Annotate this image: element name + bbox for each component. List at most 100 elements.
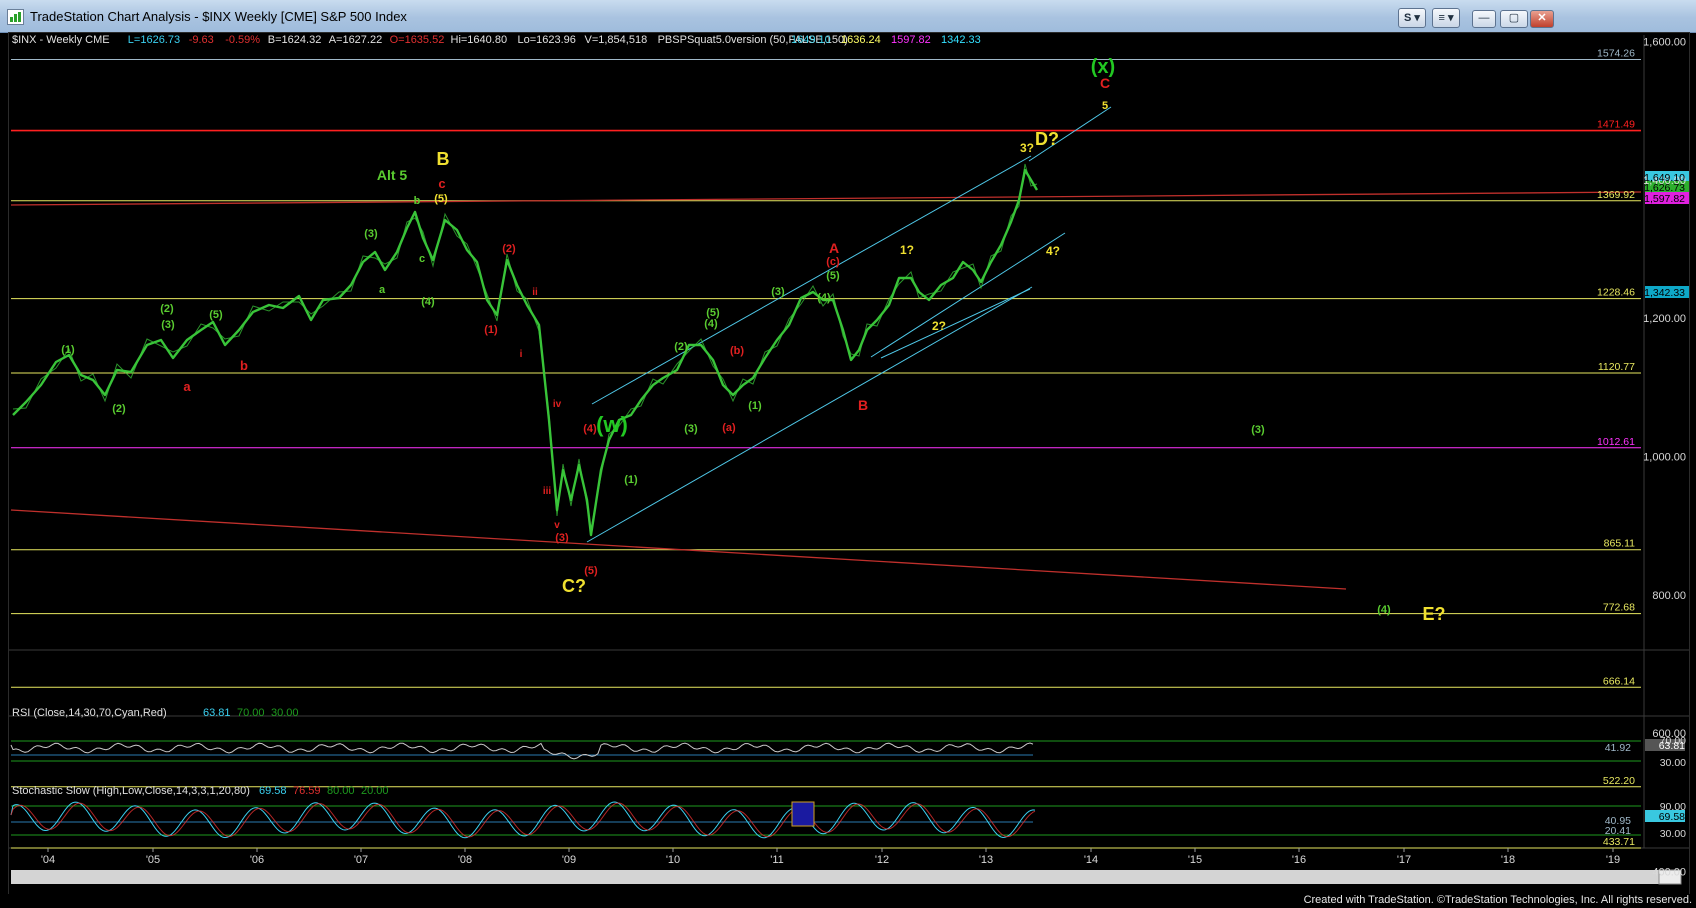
price-marker-label: 1,342.33: [1644, 287, 1685, 299]
rsi-title: RSI (Close,14,30,70,Cyan,Red): [12, 707, 167, 719]
wave-label: E?: [1422, 604, 1445, 624]
level-label: 1471.49: [1597, 119, 1635, 131]
wave-label: C?: [562, 576, 586, 596]
level-label: 772.68: [1603, 602, 1635, 614]
level-label: 666.14: [1603, 675, 1635, 687]
footer-bar: Created with TradeStation. ©TradeStation…: [0, 894, 1696, 908]
level-label: 865.11: [1604, 538, 1635, 550]
wave-label: (2): [502, 243, 516, 255]
price-axis-tick: 400.00: [1652, 866, 1686, 878]
price-axis-tick: 800.00: [1652, 590, 1686, 602]
time-axis-tick: '12: [875, 854, 889, 866]
wave-label: (5): [209, 309, 223, 321]
wave-label: A: [829, 240, 839, 256]
time-axis-tick: '13: [979, 854, 993, 866]
wave-label: a: [379, 284, 386, 296]
wave-label: 4?: [1046, 244, 1060, 258]
wave-label: (5): [584, 565, 598, 577]
stoch-annotation-box: [791, 801, 815, 827]
symbol-link-button[interactable]: S ▾: [1398, 8, 1426, 28]
maximize-icon: ▢: [1508, 12, 1520, 24]
wave-label: (5): [826, 270, 840, 282]
wave-label: 3?: [1020, 141, 1034, 155]
stoch-value: 20.00: [361, 785, 389, 797]
study-value: 1636.24: [841, 34, 881, 46]
wave-label: 5: [1102, 100, 1108, 112]
rsi-value: 30.00: [271, 707, 299, 719]
stoch-value: 69.58: [259, 785, 287, 797]
stoch-value: 80.00: [327, 785, 355, 797]
time-axis-tick: '11: [770, 854, 784, 866]
quote-header-field: V=1,854,518: [585, 34, 648, 46]
wave-label: B: [437, 149, 450, 169]
stoch-title: Stochastic Slow (High,Low,Close,14,3,3,1…: [12, 785, 250, 797]
time-axis-tick: '10: [666, 854, 680, 866]
wave-label: D?: [1035, 129, 1059, 149]
wave-label: v: [554, 520, 560, 531]
wave-label: (1): [484, 324, 498, 336]
stoch-axis-tick: 30.00: [1660, 828, 1686, 840]
level-label: 1012.61: [1597, 436, 1635, 448]
price-axis-tick: 1,000.00: [1643, 452, 1686, 464]
wave-label: ii: [532, 287, 538, 298]
rsi-level-label: 41.92: [1605, 742, 1631, 754]
chart-canvas[interactable]: 1574.26 1471.49 1369.92 1228.46 1120.77 1012.…: [9, 33, 1689, 895]
time-axis-tick: '17: [1397, 854, 1411, 866]
wave-label: (3): [684, 423, 698, 435]
level-label: 1228.46: [1597, 287, 1635, 299]
wave-label: (4): [704, 318, 718, 330]
wave-label: i: [520, 349, 523, 360]
chart-window[interactable]: 1574.26 1471.49 1369.92 1228.46 1120.77 1012.…: [8, 32, 1690, 896]
stoch-level-label: 20.41: [1605, 825, 1631, 837]
wave-label: a: [183, 379, 191, 394]
quote-header-field: Lo=1623.96: [518, 34, 576, 46]
minimize-icon: —: [1478, 12, 1490, 24]
wave-label: b: [414, 195, 421, 207]
wave-label: B: [858, 397, 868, 413]
close-button[interactable]: ✕: [1530, 10, 1554, 28]
wave-label: b: [240, 358, 248, 373]
time-axis-tick: '18: [1501, 854, 1515, 866]
wave-label: (3): [771, 286, 785, 298]
quote-header-field: -0.59%: [225, 34, 260, 46]
minimize-button[interactable]: —: [1472, 10, 1496, 28]
horizontal-scrollbar[interactable]: [11, 870, 1659, 884]
wave-label: C: [1100, 75, 1110, 91]
wave-label: 2?: [932, 319, 946, 333]
wave-label: (w): [596, 412, 628, 437]
study-value: 1342.33: [941, 34, 981, 46]
wave-label: (2): [674, 341, 688, 353]
quote-header-field: A=1627.22: [329, 34, 383, 46]
level-label: 1574.26: [1597, 48, 1635, 60]
wave-label: (4): [421, 296, 435, 308]
level-label: 522.20: [1603, 775, 1635, 787]
quote-header-field: O=1635.52: [390, 34, 445, 46]
wave-label: (4): [1377, 604, 1391, 616]
title-bar: TradeStation Chart Analysis - $INX Weekl…: [0, 0, 1696, 33]
stoch-marker-label: 69.58: [1659, 811, 1685, 823]
price-marker-label: 1,597.82: [1644, 193, 1685, 205]
wave-label: c: [419, 253, 425, 265]
time-axis-tick: '15: [1188, 854, 1202, 866]
level-label: 1120.77: [1598, 361, 1635, 373]
wave-label: (3): [1251, 424, 1265, 436]
wave-label: (a): [722, 422, 736, 434]
wave-label: Alt 5: [377, 167, 408, 183]
quote-header-field: $INX - Weekly CME: [12, 34, 110, 46]
time-axis-tick: '06: [250, 854, 264, 866]
wave-label: (1): [748, 400, 762, 412]
price-axis-tick: 1,200.00: [1643, 313, 1686, 325]
tradestation-app-icon: [7, 9, 24, 25]
maximize-button[interactable]: ▢: [1500, 10, 1528, 28]
quote-header-field: -9.63: [189, 34, 214, 46]
time-axis-tick: '09: [562, 854, 576, 866]
wave-label: (5): [706, 307, 720, 319]
wave-label: iv: [553, 399, 562, 410]
rsi-value: 70.00: [237, 707, 265, 719]
price-axis-tick: 1,600.00: [1643, 37, 1686, 49]
footer-credit: Created with TradeStation. ©TradeStation…: [1303, 894, 1692, 906]
menu-button[interactable]: ≡ ▾: [1432, 8, 1460, 28]
wave-label: (b): [730, 345, 744, 357]
wave-label: (1): [61, 344, 75, 356]
rsi-value: 63.81: [203, 707, 231, 719]
